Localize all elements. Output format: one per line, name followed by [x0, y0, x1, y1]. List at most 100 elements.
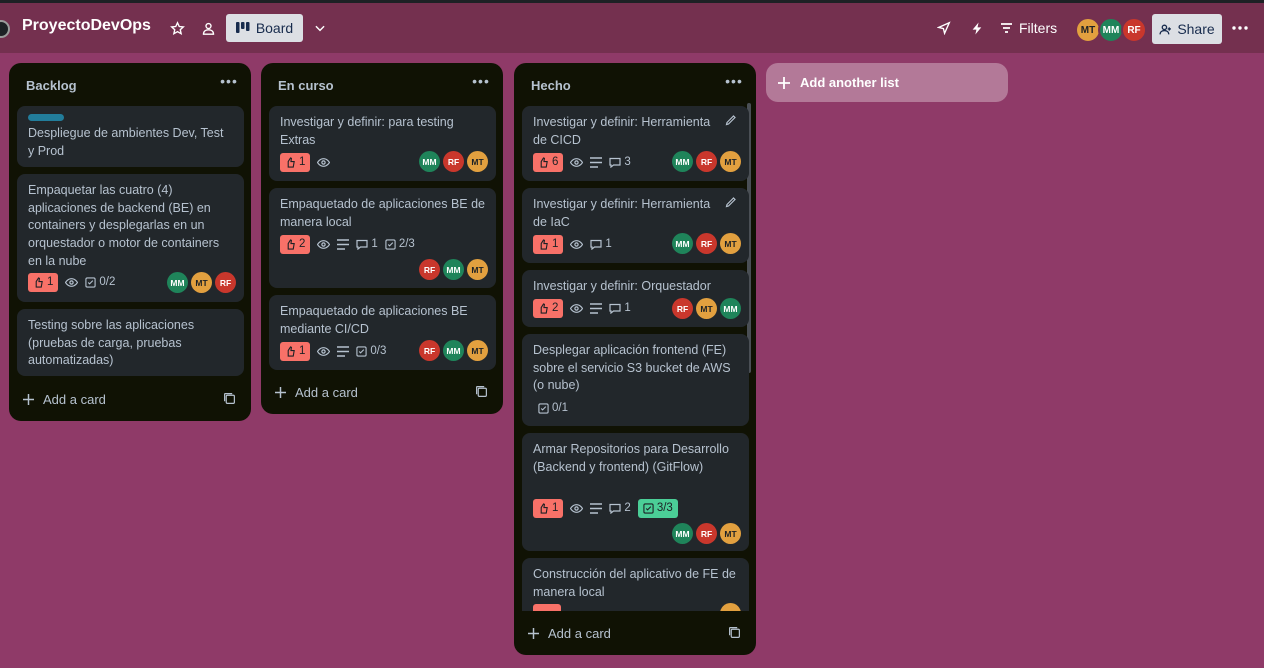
list-title[interactable]: Backlog: [26, 78, 77, 93]
comment-icon: [609, 303, 622, 314]
plus-icon: [778, 76, 790, 89]
avatar[interactable]: MM: [672, 151, 693, 172]
board-header: ProyectoDevOps Board Filters MT MM RF Sh…: [0, 3, 1264, 53]
add-list-button[interactable]: Add another list: [766, 63, 1008, 102]
workspace-sidebar-toggle[interactable]: [0, 20, 10, 38]
card-members: RF MM MT: [419, 259, 488, 281]
card[interactable]: Empaquetado de aplicaciones BE mediante …: [269, 295, 496, 370]
votes-badge: 1: [533, 234, 564, 254]
card[interactable]: Testing sobre las aplicaciones (pruebas …: [17, 309, 244, 376]
card-members: MM RF MT: [672, 151, 741, 173]
power-ups-icon[interactable]: [933, 17, 955, 39]
avatar[interactable]: RF: [443, 151, 464, 172]
board-view-button[interactable]: Board: [226, 14, 303, 42]
pencil-icon[interactable]: [725, 114, 739, 128]
avatar[interactable]: [720, 603, 741, 611]
board-view-label: Board: [255, 20, 294, 36]
card-template-icon[interactable]: [475, 385, 491, 401]
thumbs-up-icon: [287, 156, 295, 168]
avatar[interactable]: MT: [467, 259, 488, 280]
automation-icon[interactable]: [966, 17, 988, 39]
avatar[interactable]: RF: [696, 151, 717, 172]
card-template-icon[interactable]: [223, 392, 239, 408]
avatar[interactable]: MT: [191, 272, 212, 293]
card[interactable]: Investigar y definir: Orquestador 2 1 RF…: [522, 270, 749, 327]
avatar[interactable]: MT: [720, 523, 741, 544]
share-button[interactable]: Share: [1152, 14, 1222, 44]
card-template-icon[interactable]: [728, 626, 744, 642]
list-title[interactable]: Hecho: [531, 78, 571, 93]
avatar[interactable]: MT: [696, 298, 717, 319]
card[interactable]: Investigar y definir: Herramienta de CIC…: [522, 106, 749, 181]
thumbs-up-icon: [540, 502, 548, 514]
avatar[interactable]: MM: [443, 340, 464, 361]
votes-badge: 1: [28, 272, 59, 292]
avatar[interactable]: RF: [215, 272, 236, 293]
chevron-down-icon[interactable]: [309, 17, 331, 39]
checklist-badge: 2/3: [385, 234, 415, 254]
add-card-button[interactable]: Add a card: [275, 381, 358, 403]
share-label: Share: [1177, 21, 1215, 37]
workspace-visible-icon[interactable]: [197, 17, 219, 39]
avatar[interactable]: RF: [419, 340, 440, 361]
avatar[interactable]: MT: [467, 151, 488, 172]
votes-badge: 6: [533, 152, 564, 172]
card-members: MM MT RF: [167, 272, 236, 294]
avatar[interactable]: RF: [696, 523, 717, 544]
add-card-button[interactable]: Add a card: [23, 388, 106, 410]
avatar[interactable]: MT: [467, 340, 488, 361]
thumbs-up-icon: [540, 238, 548, 250]
avatar[interactable]: MT: [720, 233, 741, 254]
list-title[interactable]: En curso: [278, 78, 334, 93]
avatar[interactable]: MT: [720, 151, 741, 172]
label-blue[interactable]: [28, 114, 64, 121]
card[interactable]: Investigar y definir: Herramienta de IaC…: [522, 188, 749, 263]
card[interactable]: Empaquetar las cuatro (4) aplicaciones d…: [17, 174, 244, 302]
card-title: Investigar y definir: para testing Extra…: [280, 115, 454, 147]
checklist-icon: [538, 402, 549, 414]
list-hecho: Hecho ••• Investigar y definir: Herramie…: [514, 63, 756, 655]
votes-badge: 2: [280, 234, 311, 254]
pencil-icon[interactable]: [725, 196, 739, 210]
avatar[interactable]: MM: [167, 272, 188, 293]
list-backlog: Backlog ••• Despliegue de ambientes Dev,…: [9, 63, 251, 421]
comment-icon: [590, 239, 603, 250]
card-title: Empaquetado de aplicaciones BE de manera…: [280, 197, 486, 229]
card[interactable]: Construcción del aplicativo de FE de man…: [522, 558, 749, 611]
thumbs-up-icon: [35, 276, 43, 288]
avatar[interactable]: MM: [419, 151, 440, 172]
list-menu-icon[interactable]: •••: [219, 73, 239, 93]
board-title[interactable]: ProyectoDevOps: [22, 17, 151, 35]
comment-icon: [609, 503, 622, 514]
card[interactable]: Armar Repositorios para Desarrollo (Back…: [522, 433, 749, 551]
card[interactable]: Desplegar aplicación frontend (FE) sobre…: [522, 334, 749, 426]
list-menu-icon[interactable]: •••: [724, 73, 744, 93]
avatar[interactable]: RF: [672, 298, 693, 319]
avatar[interactable]: MM: [672, 523, 693, 544]
more-icon[interactable]: [1229, 17, 1251, 39]
avatar[interactable]: MM: [672, 233, 693, 254]
thumbs-up-icon: [540, 156, 548, 168]
card-title: Armar Repositorios para Desarrollo (Back…: [533, 442, 729, 474]
card-members: RF MT MM: [672, 298, 741, 320]
comments-badge: 1: [609, 298, 631, 318]
avatar[interactable]: RF: [1121, 17, 1147, 43]
star-icon[interactable]: [166, 17, 188, 39]
avatar[interactable]: MM: [720, 298, 741, 319]
card[interactable]: Despliegue de ambientes Dev, Test y Prod: [17, 106, 244, 167]
votes-badge: 1: [533, 498, 564, 518]
card-members: MM RF MT: [672, 233, 741, 255]
card[interactable]: Investigar y definir: para testing Extra…: [269, 106, 496, 181]
checklist-complete-badge: 3/3: [637, 498, 678, 518]
avatar[interactable]: RF: [419, 259, 440, 280]
add-card-button[interactable]: Add a card: [528, 622, 611, 644]
list-menu-icon[interactable]: •••: [471, 73, 491, 93]
filters-button[interactable]: Filters: [1000, 17, 1057, 39]
card[interactable]: Empaquetado de aplicaciones BE de manera…: [269, 188, 496, 288]
card-badges: 2 1 2/3: [280, 234, 415, 254]
plus-icon: [528, 627, 539, 639]
plus-icon: [23, 393, 34, 405]
avatar[interactable]: MM: [443, 259, 464, 280]
eye-icon: [65, 272, 79, 292]
avatar[interactable]: RF: [696, 233, 717, 254]
